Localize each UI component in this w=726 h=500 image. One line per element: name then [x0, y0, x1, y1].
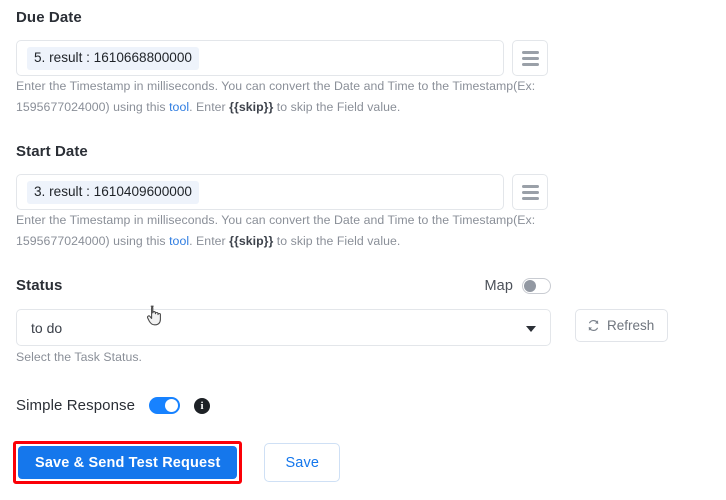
status-select-row: to do Refresh: [16, 309, 669, 346]
status-helper-text: Select the Task Status.: [16, 350, 143, 364]
request-configuration-form: Due Date 5. result : 1610668800000 Enter…: [0, 0, 726, 500]
tool-link[interactable]: tool: [169, 234, 189, 248]
status-header-row: Status Map: [16, 277, 551, 295]
helper-part-2: . Enter: [189, 100, 230, 114]
hamburger-line: [521, 50, 539, 54]
simple-response-row: Simple Response i: [16, 397, 211, 414]
map-toggle-knob: [524, 280, 536, 292]
map-label: Map: [484, 278, 513, 294]
status-dropdown[interactable]: to do: [16, 309, 551, 346]
field-label-text: Start Date: [16, 143, 88, 160]
skip-token-text: {{skip}}: [229, 100, 274, 114]
skip-token-text: {{skip}}: [229, 234, 274, 248]
refresh-button-label: Refresh: [607, 318, 655, 333]
field-label-text: Due Date: [16, 9, 82, 26]
helper-part-2: . Enter: [189, 234, 230, 248]
due-date-label: Due Date: [16, 9, 82, 27]
status-label: Status: [16, 277, 63, 294]
due-date-hamburger-menu-icon[interactable]: [512, 40, 548, 76]
form-action-buttons: Save & Send Test Request Save: [13, 441, 341, 484]
hamburger-line: [521, 56, 539, 60]
due-date-helper-text: Enter the Timestamp in milliseconds. You…: [16, 76, 536, 118]
simple-response-toggle-knob: [165, 399, 179, 412]
save-and-send-test-request-button[interactable]: Save & Send Test Request: [18, 446, 238, 479]
hamburger-line: [521, 196, 539, 200]
map-toggle[interactable]: [522, 278, 551, 294]
refresh-button[interactable]: Refresh: [575, 309, 669, 342]
info-icon[interactable]: i: [194, 397, 211, 414]
start-date-token-chip[interactable]: 3. result : 1610409600000: [27, 180, 199, 204]
hamburger-line: [521, 184, 539, 188]
map-toggle-group: Map: [484, 278, 551, 294]
due-date-input[interactable]: 5. result : 1610668800000: [16, 40, 504, 76]
due-date-token-chip[interactable]: 5. result : 1610668800000: [27, 46, 199, 70]
save-and-send-highlight-box: Save & Send Test Request: [13, 441, 243, 484]
chevron-down-icon: [526, 325, 536, 332]
start-date-input-row: 3. result : 1610409600000: [16, 174, 548, 210]
helper-part-3: to skip the Field value.: [273, 234, 401, 248]
simple-response-label: Simple Response: [16, 397, 136, 414]
status-selected-value: to do: [31, 319, 63, 336]
start-date-helper-text: Enter the Timestamp in milliseconds. You…: [16, 210, 536, 252]
start-date-hamburger-menu-icon[interactable]: [512, 174, 548, 210]
due-date-input-row: 5. result : 1610668800000: [16, 40, 548, 76]
simple-response-toggle[interactable]: [149, 397, 181, 414]
hamburger-line: [521, 62, 539, 66]
helper-part-3: to skip the Field value.: [273, 100, 401, 114]
tool-link[interactable]: tool: [169, 100, 189, 114]
start-date-input[interactable]: 3. result : 1610409600000: [16, 174, 504, 210]
start-date-label: Start Date: [16, 143, 88, 161]
hamburger-line: [521, 190, 539, 194]
refresh-icon: [587, 319, 600, 332]
save-button[interactable]: Save: [264, 443, 341, 482]
